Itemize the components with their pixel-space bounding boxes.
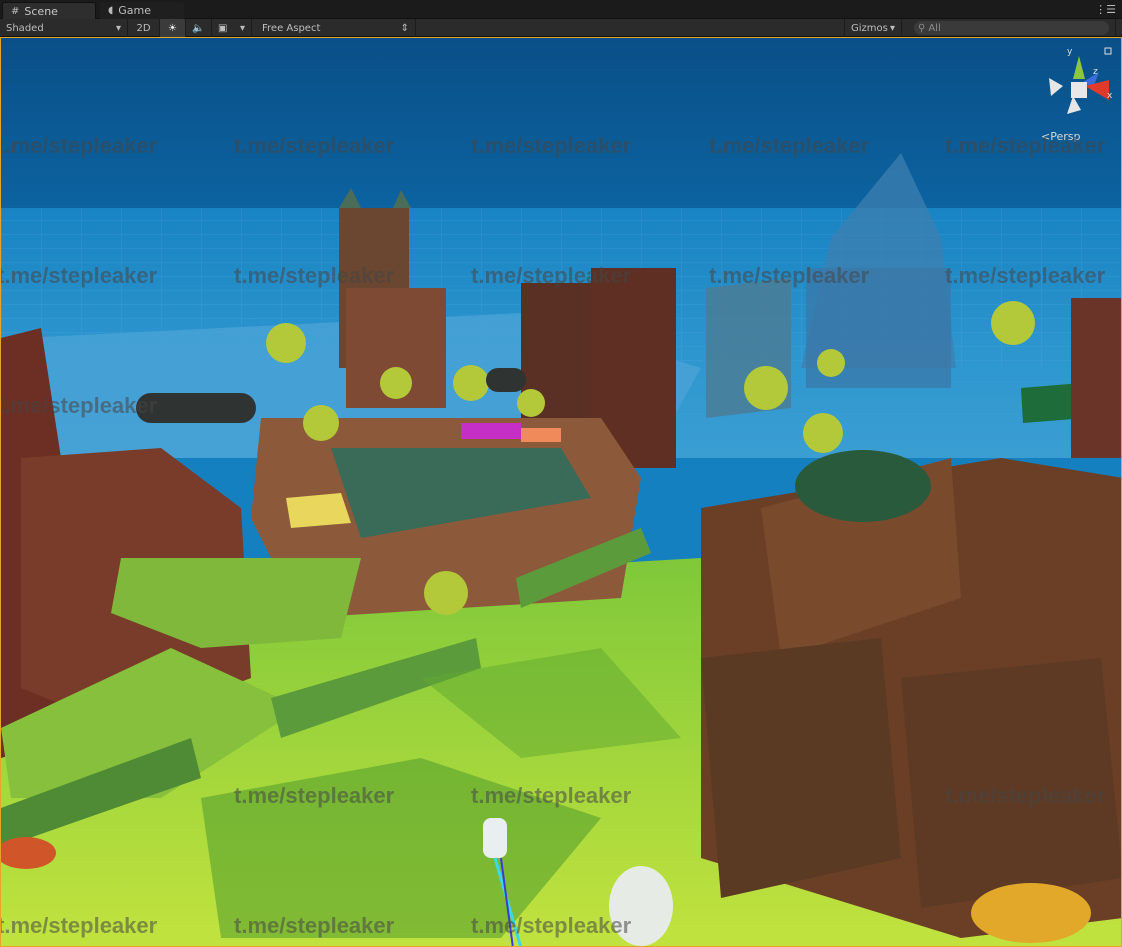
scene-viewport[interactable]: y z x <Persp t.me/stepleaker t.me/steple… xyxy=(0,37,1122,947)
dropdown-arrow-icon: ▾ xyxy=(889,22,895,34)
tab-menu-icon[interactable]: ⋮☰ xyxy=(1095,3,1116,16)
grid-icon: # xyxy=(11,5,20,17)
dropdown-arrow-icon: ▾ xyxy=(115,22,121,34)
pacman-icon: ◖ xyxy=(108,5,114,16)
axis-x-label: x xyxy=(1107,91,1113,101)
effects-dropdown[interactable]: ▣ ▾ xyxy=(212,19,252,37)
image-icon: ▣ xyxy=(218,22,228,34)
dropdown-arrow-icon: ▾ xyxy=(239,22,245,34)
gizmos-dropdown[interactable]: Gizmos ▾ xyxy=(844,19,902,37)
chevron-left-icon: < xyxy=(1041,130,1051,143)
axis-z-label: z xyxy=(1093,67,1098,77)
shading-mode-dropdown[interactable]: Shaded ▾ xyxy=(0,19,128,37)
scene-toolbar: Shaded ▾ 2D ☀ 🔈 ▣ ▾ Free Aspect ⇕ Gizmos… xyxy=(0,19,1122,37)
hierarchy-search: ⚲ xyxy=(908,19,1116,37)
projection-toggle[interactable]: <Persp xyxy=(1041,130,1080,143)
shading-mode-label: Shaded xyxy=(6,22,44,34)
aspect-label: Free Aspect xyxy=(262,22,321,34)
orientation-gizmo[interactable]: y z x xyxy=(1043,44,1113,144)
tab-scene-label: Scene xyxy=(24,4,58,18)
speaker-icon: 🔈 xyxy=(192,22,205,34)
aspect-dropdown[interactable]: Free Aspect ⇕ xyxy=(256,19,416,37)
gizmos-label: Gizmos xyxy=(851,22,888,34)
editor-tab-bar: # Scene ◖ Game ⋮☰ xyxy=(0,0,1122,19)
updown-arrow-icon: ⇕ xyxy=(400,22,409,34)
audio-toggle[interactable]: 🔈 xyxy=(186,19,212,37)
tab-game[interactable]: ◖ Game xyxy=(100,2,184,19)
scene-render xyxy=(1,38,1121,946)
lighting-toggle[interactable]: ☀ xyxy=(160,19,186,37)
2d-mode-label: 2D xyxy=(136,22,151,34)
axis-y-label: y xyxy=(1067,47,1073,57)
projection-label: Persp xyxy=(1050,130,1081,143)
sun-icon: ☀ xyxy=(168,22,177,34)
search-box: ⚲ xyxy=(914,21,1109,35)
tab-game-label: Game xyxy=(118,4,152,17)
search-icon: ⚲ xyxy=(918,22,926,34)
tab-scene[interactable]: # Scene xyxy=(2,2,96,19)
2d-mode-toggle[interactable]: 2D xyxy=(128,19,160,37)
search-input[interactable] xyxy=(928,22,1099,34)
